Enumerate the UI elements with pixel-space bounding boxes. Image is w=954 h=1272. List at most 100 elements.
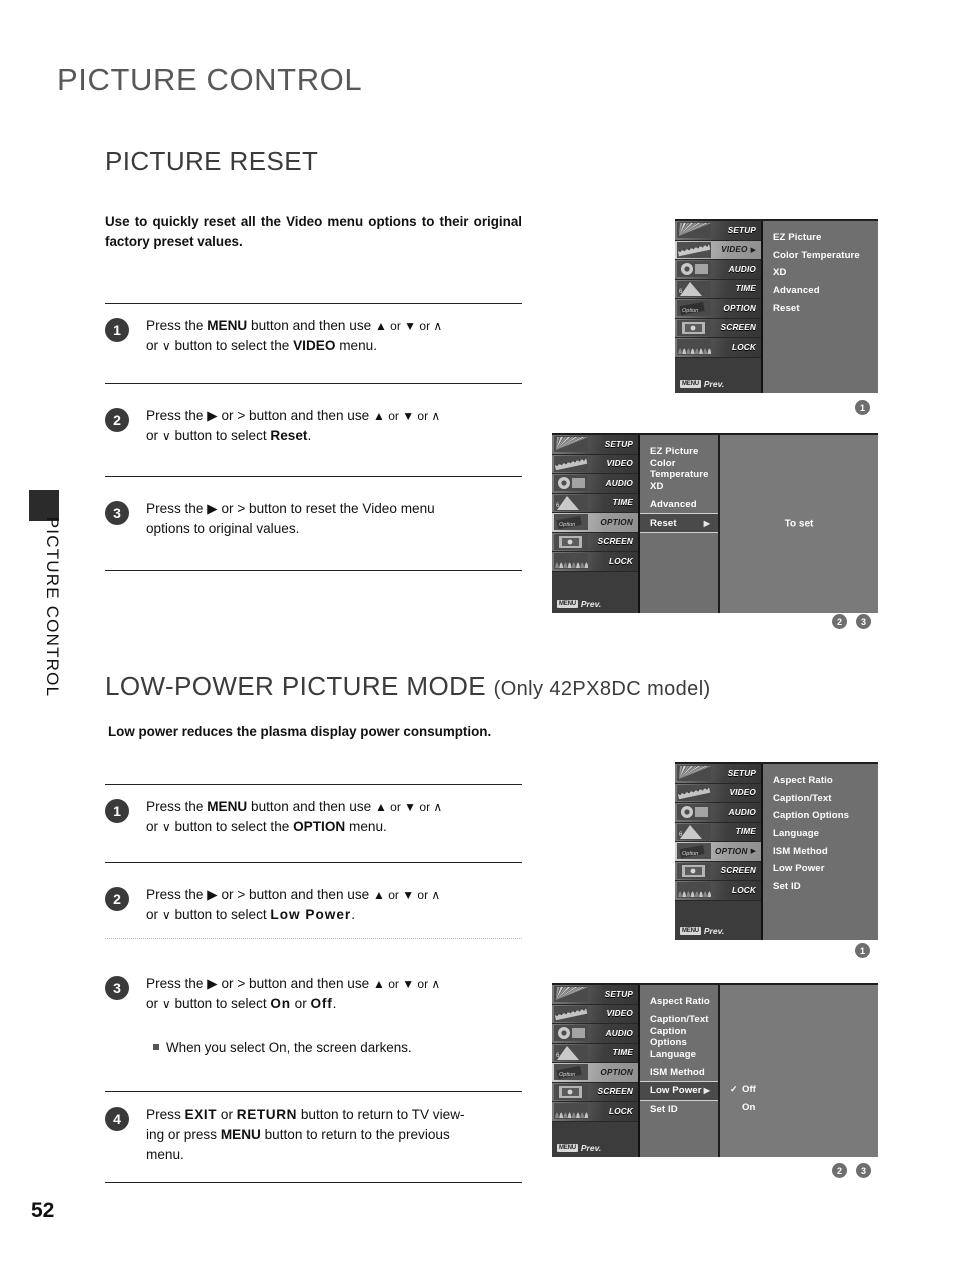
osd-sidebar-item-option[interactable]: Option OPTION [552, 513, 638, 533]
osd-menu-item-caption-options[interactable]: Caption Options [640, 1026, 718, 1048]
osd-prev-button[interactable]: MENU Prev. [557, 1143, 601, 1153]
osd-sidebar[interactable]: SETUP VIDEO ▶ AUDIO 6 TIME Option OPTION SCREEN L… [675, 221, 763, 393]
osd-sidebar-item-time[interactable]: 6 TIME [675, 822, 761, 842]
osd-menu-item-xd[interactable]: XD [763, 264, 878, 282]
osd-sidebar-item-label: VIDEO [606, 1009, 633, 1019]
osd-sidebar-item-setup[interactable]: SETUP [675, 764, 761, 784]
osd-sidebar-item-video[interactable]: VIDEO [675, 783, 761, 803]
osd-sidebar[interactable]: SETUP VIDEO AUDIO 6 TIME Option OPTION SCREEN LO… [552, 435, 640, 613]
osd-menu-item-label: Low Power [650, 1085, 702, 1097]
svg-text:Option: Option [559, 522, 575, 528]
osd-sidebar-item-audio[interactable]: AUDIO [552, 474, 638, 494]
option-icon: Option [554, 514, 588, 530]
osd-sidebar-item-screen[interactable]: SCREEN [552, 1082, 638, 1102]
osd-prev-label: Prev. [580, 1143, 602, 1153]
osd-option-on[interactable]: On [720, 1099, 878, 1117]
screen-icon [677, 862, 711, 879]
osd-prev-label: Prev. [580, 599, 602, 609]
t: button to select the [170, 819, 294, 834]
option-menu-panel[interactable]: SETUP VIDEO AUDIO 6 TIME Option OPTION ▶ SCREEN L… [675, 762, 878, 940]
osd-menu-item-ism-method[interactable]: ISM Method [763, 842, 878, 860]
osd-menu-item-reset[interactable]: Reset [763, 299, 878, 317]
osd-sidebar-item-label: AUDIO [605, 478, 633, 488]
osd-menu-item-language[interactable]: Language [640, 1046, 718, 1064]
osd-menu-item-label: Color Temperature [773, 249, 860, 261]
audio-icon [554, 1025, 588, 1041]
osd-sidebar[interactable]: SETUP VIDEO AUDIO 6 TIME Option OPTION SCREEN LO… [552, 985, 640, 1157]
osd-sidebar-item-time[interactable]: 6 TIME [552, 1043, 638, 1063]
osd-menu-item-color-temperature[interactable]: Color Temperature [763, 247, 878, 265]
osd-sidebar-item-setup[interactable]: SETUP [552, 435, 638, 455]
osd-menu-item-advanced[interactable]: Advanced [640, 496, 718, 514]
low-power-panel[interactable]: SETUP VIDEO AUDIO 6 TIME Option OPTION SCREEN LO… [552, 983, 878, 1157]
video-menu-panel[interactable]: SETUP VIDEO ▶ AUDIO 6 TIME Option OPTION SCREEN L… [675, 219, 878, 393]
osd-detail-pane[interactable]: To set [718, 435, 878, 613]
osd-sidebar-item-time[interactable]: 6 TIME [675, 279, 761, 299]
osd-sidebar-item-screen[interactable]: SCREEN [675, 861, 761, 881]
osd-option-off[interactable]: ✓ Off [720, 1081, 878, 1099]
osd-sidebar-item-option[interactable]: Option OPTION [675, 299, 761, 319]
osd-prev-button[interactable]: MENU Prev. [680, 379, 724, 389]
osd-sidebar-item-option[interactable]: Option OPTION ▶ [675, 842, 761, 862]
osd-sidebar-item-video[interactable]: VIDEO [552, 454, 638, 474]
osd-sidebar-item-time[interactable]: 6 TIME [552, 493, 638, 513]
step-text: Press EXIT or RETURN button to return to… [146, 1105, 521, 1165]
osd-menu-item-label: Language [650, 1049, 697, 1061]
osd-menu-item-label: Caption/Text [650, 1013, 709, 1025]
key-on: On [270, 996, 291, 1011]
osd-sidebar-item-screen[interactable]: SCREEN [675, 318, 761, 338]
t: Press the [146, 799, 208, 814]
osd-menu-item-aspect-ratio[interactable]: Aspect Ratio [640, 993, 718, 1011]
osd-menu-list[interactable]: EZ Picture Color Temperature XD Advanced Res… [640, 435, 718, 613]
osd-menu-item-ez-picture[interactable]: EZ Picture [763, 229, 878, 247]
osd-menu-item-aspect-ratio[interactable]: Aspect Ratio [763, 772, 878, 790]
osd-sidebar-item-lock[interactable]: LOCK [552, 1102, 638, 1122]
osd-sidebar-item-setup[interactable]: SETUP [552, 985, 638, 1005]
osd-menu-item-advanced[interactable]: Advanced [763, 282, 878, 300]
video-reset-panel[interactable]: SETUP VIDEO AUDIO 6 TIME Option OPTION SCREEN LO… [552, 433, 878, 613]
osd-sidebar-item-label: OPTION [600, 1067, 633, 1077]
osd-sidebar-item-audio[interactable]: AUDIO [552, 1024, 638, 1044]
osd-prev-button[interactable]: MENU Prev. [680, 926, 724, 936]
osd-sidebar-item-video[interactable]: VIDEO [552, 1004, 638, 1024]
osd-menu-list[interactable]: EZ Picture Color Temperature XD Advanced Res… [763, 221, 878, 393]
osd-sidebar-item-video[interactable]: VIDEO ▶ [675, 240, 761, 260]
t: button and then use [247, 318, 375, 333]
osd-menu-item-ism-method[interactable]: ISM Method [640, 1063, 718, 1081]
osd-sidebar-item-lock[interactable]: LOCK [675, 881, 761, 901]
osd-sidebar[interactable]: SETUP VIDEO AUDIO 6 TIME Option OPTION ▶ SCREEN L… [675, 764, 763, 940]
osd-menu-item-xd[interactable]: XD [640, 478, 718, 496]
osd-sidebar-item-screen[interactable]: SCREEN [552, 532, 638, 552]
lock-icon [677, 882, 711, 898]
osd-sidebar-item-option[interactable]: Option OPTION [552, 1063, 638, 1083]
osd-menu-item-color-temperature[interactable]: Color Temperature [640, 458, 718, 480]
osd-detail-pane[interactable]: ✓ Off On [718, 985, 878, 1157]
osd-menu-item-language[interactable]: Language [763, 825, 878, 843]
osd-menu-list[interactable]: Aspect Ratio Caption/Text Caption Options L… [763, 764, 878, 940]
osd-sidebar-item-setup[interactable]: SETUP [675, 221, 761, 241]
osd-menu-item-set-id[interactable]: Set ID [640, 1101, 718, 1119]
osd-sidebar-item-audio[interactable]: AUDIO [675, 260, 761, 280]
osd-menu-item-low-power[interactable]: Low Power [763, 860, 878, 878]
osd-menu-item-label: Language [773, 828, 820, 840]
osd-sidebar-item-audio[interactable]: AUDIO [675, 803, 761, 823]
osd-menu-item-caption-options[interactable]: Caption Options [763, 807, 878, 825]
t: or [146, 907, 162, 922]
t: options to original values. [146, 521, 300, 536]
osd-sidebar-item-lock[interactable]: LOCK [675, 338, 761, 358]
t: button to reset the Video menu [245, 501, 435, 516]
dpad-glyphs: ▲ or ▼ or ∧ [373, 409, 441, 423]
osd-menu-item-caption-text[interactable]: Caption/Text [763, 790, 878, 808]
osd-menu-item-reset[interactable]: Reset ▶ [640, 513, 718, 533]
t: . [307, 428, 312, 443]
t: Press the [146, 408, 208, 423]
osd-option-label: Off [742, 1084, 756, 1096]
osd-menu-list[interactable]: Aspect Ratio Caption/Text Caption Options L… [640, 985, 718, 1157]
osd-prev-button[interactable]: MENU Prev. [557, 599, 601, 609]
video-icon [677, 784, 711, 801]
osd-menu-item-low-power[interactable]: Low Power ▶ [640, 1080, 718, 1101]
t: button and then use [245, 887, 373, 902]
osd-menu-item-set-id[interactable]: Set ID [763, 878, 878, 896]
down-chevron-icon: ∨ [161, 997, 171, 1011]
osd-sidebar-item-lock[interactable]: LOCK [552, 552, 638, 572]
